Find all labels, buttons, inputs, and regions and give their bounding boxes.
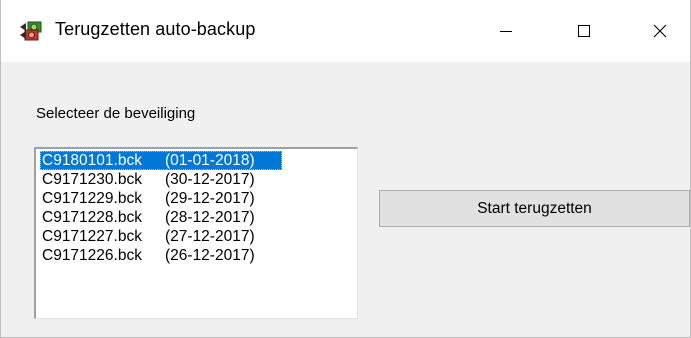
backup-listbox[interactable]: C9180101.bck (01-01-2018) C9171230.bck (30… [34,147,358,319]
maximize-icon [578,25,590,37]
list-item[interactable]: C9171229.bck (29-12-2017) [40,189,282,208]
backup-date: (30-12-2017) [165,171,255,188]
list-item[interactable]: C9180101.bck (01-01-2018) [40,151,282,170]
dialog-body: Selecteer de beveiliging C9180101.bck (01… [1,62,690,337]
select-backup-label: Selecteer de beveiliging [36,105,196,122]
app-gear-arrows-icon [19,20,43,42]
backup-date: (26-12-2017) [165,247,255,264]
close-icon [653,24,667,38]
list-item[interactable]: C9171228.bck (28-12-2017) [40,208,282,227]
backup-file-name: C9180101.bck [42,152,142,169]
backup-date: (27-12-2017) [165,228,255,245]
title-bar[interactable]: Terugzetten auto-backup [1,0,690,62]
list-item[interactable]: C9171227.bck (27-12-2017) [40,227,282,246]
window-title: Terugzetten auto-backup [55,19,256,39]
backup-date: (28-12-2017) [165,209,255,226]
close-button[interactable] [631,0,689,62]
start-restore-button[interactable]: Start terugzetten [379,190,690,227]
backup-date: (01-01-2018) [165,152,255,169]
backup-file-name: C9171226.bck [42,247,142,264]
list-item[interactable]: C9171230.bck (30-12-2017) [40,170,282,189]
backup-date: (29-12-2017) [165,190,255,207]
backup-file-name: C9171229.bck [42,190,142,207]
backup-file-name: C9171228.bck [42,209,142,226]
minimize-icon [500,31,512,32]
backup-file-name: C9171227.bck [42,228,142,245]
minimize-button[interactable] [477,0,535,62]
list-item[interactable]: C9171226.bck (26-12-2017) [40,246,282,265]
restore-dialog-window: Terugzetten auto-backup Selecteer de bev… [0,0,691,338]
backup-file-name: C9171230.bck [42,171,142,188]
maximize-button[interactable] [555,0,613,62]
